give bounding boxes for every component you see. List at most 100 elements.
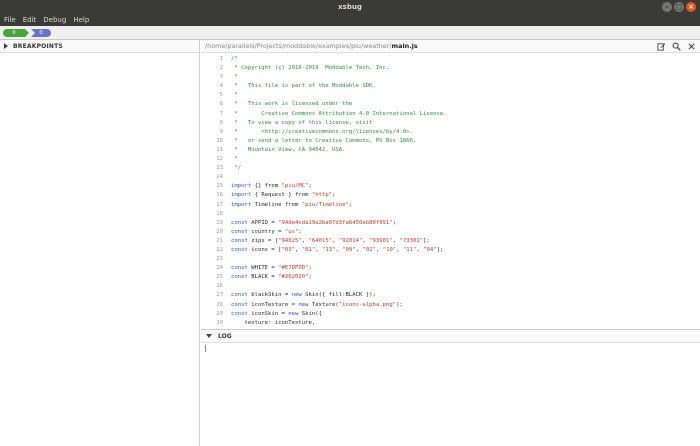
code-line[interactable]: 21 const zips = ["94025", "64015", "92014… <box>201 237 700 246</box>
line-source: const zips = ["94025", "64015", "92014",… <box>231 237 430 246</box>
line-number[interactable]: 13 <box>201 164 223 173</box>
line-number[interactable]: 25 <box>201 273 223 282</box>
close-window-button[interactable]: × <box>686 2 696 12</box>
line-number[interactable]: 10 <box>201 137 223 146</box>
edit-icon[interactable] <box>657 42 666 51</box>
expand-triangle-icon[interactable] <box>4 43 8 49</box>
code-line[interactable]: 13 */ <box>201 164 700 173</box>
line-number[interactable]: 3 <box>201 73 223 82</box>
code-line[interactable]: 17 import Timeline from "piu/Timeline"; <box>201 201 700 210</box>
file-path-bar: /home/parallels/Projects/moddable/exampl… <box>201 40 700 53</box>
code-line[interactable]: 10 * or send a letter to Creative Common… <box>201 137 700 146</box>
menu-help[interactable]: Help <box>73 15 89 26</box>
line-number[interactable]: 20 <box>201 228 223 237</box>
line-number[interactable]: 4 <box>201 82 223 91</box>
code-line[interactable]: 25 const BLACK = "#202020"; <box>201 273 700 282</box>
line-gutter <box>223 182 231 191</box>
code-token: Timeline from <box>251 201 302 208</box>
line-number[interactable]: 12 <box>201 155 223 164</box>
line-number[interactable]: 23 <box>201 255 223 264</box>
code-line[interactable]: 26 <box>201 282 700 291</box>
line-source: import {} from "piu/MC"; <box>231 182 312 191</box>
line-number[interactable]: 7 <box>201 110 223 119</box>
code-token: * <box>231 74 238 81</box>
line-number[interactable]: 24 <box>201 264 223 273</box>
breakpoints-header[interactable]: BREAKPOINTS <box>0 40 199 53</box>
code-line[interactable]: 16 import { Request } from "http"; <box>201 191 700 200</box>
line-number[interactable]: 15 <box>201 182 223 191</box>
line-number[interactable]: 5 <box>201 91 223 100</box>
code-line[interactable]: 5 * <box>201 91 700 100</box>
code-line[interactable]: 20 const country = "us"; <box>201 228 700 237</box>
code-line[interactable]: 6 * This work is licensed under the <box>201 100 700 109</box>
line-number[interactable]: 2 <box>201 64 223 73</box>
code-line[interactable]: 30 texture: iconTexture, <box>201 319 700 328</box>
line-number[interactable]: 30 <box>201 319 223 328</box>
menu-edit[interactable]: Edit <box>23 15 37 26</box>
close-icon[interactable] <box>687 42 696 51</box>
code-token: const <box>231 219 248 226</box>
log-output[interactable] <box>201 343 700 446</box>
code-token: "94de4cda19a2ba07d3fa6450eb80f091" <box>278 219 393 226</box>
code-line[interactable]: 8 * To view a copy of this license, visi… <box>201 119 700 128</box>
code-line[interactable]: 3 * <box>201 73 700 82</box>
line-number[interactable]: 18 <box>201 210 223 219</box>
collapse-triangle-icon[interactable] <box>206 334 212 338</box>
code-line[interactable]: 29 const iconSkin = new Skin({ <box>201 310 700 319</box>
line-source: const iconTexture = new Texture("icons-a… <box>231 301 403 310</box>
code-line[interactable]: 23 <box>201 255 700 264</box>
menu-debug[interactable]: Debug <box>43 15 66 26</box>
line-number[interactable]: 6 <box>201 100 223 109</box>
line-number[interactable]: 28 <box>201 301 223 310</box>
code-line[interactable]: 24 const WHITE = "#E7DFDD"; <box>201 264 700 273</box>
line-gutter <box>223 100 231 109</box>
maximize-button[interactable]: □ <box>674 2 684 12</box>
code-token: "10" <box>382 246 397 253</box>
code-line[interactable]: 11 * Mountain View, CA 94042, USA. <box>201 146 700 155</box>
code-line[interactable]: 19 const APPID = "94de4cda19a2ba07d3fa645… <box>201 219 700 228</box>
line-number[interactable]: 22 <box>201 246 223 255</box>
line-number[interactable]: 17 <box>201 201 223 210</box>
line-number[interactable]: 9 <box>201 128 223 137</box>
line-source: const APPID = "94de4cda19a2ba07d3fa6450e… <box>231 219 396 228</box>
menu-file[interactable]: File <box>4 15 16 26</box>
line-number[interactable]: 1 <box>201 55 223 64</box>
line-number[interactable]: 11 <box>201 146 223 155</box>
code-token: * or send a letter to Creative Commons, … <box>231 137 417 144</box>
line-number[interactable]: 29 <box>201 310 223 319</box>
code-line[interactable]: 15 import {} from "piu/MC"; <box>201 182 700 191</box>
code-line[interactable]: 12 * <box>201 155 700 164</box>
line-number[interactable]: 8 <box>201 119 223 128</box>
line-gutter <box>223 301 231 310</box>
line-number[interactable]: 16 <box>201 191 223 200</box>
line-gutter <box>223 219 231 228</box>
code-line[interactable]: 27 const blackSkin = new Skin({ fill:BLAC… <box>201 291 700 300</box>
code-editor[interactable]: 1 /* 2 * Copyright (c) 2016-2019 Moddable … <box>201 53 700 329</box>
code-line[interactable]: 28 const iconTexture = new Texture("icons… <box>201 301 700 310</box>
line-gutter <box>223 137 231 146</box>
minimize-button[interactable]: – <box>662 2 672 12</box>
code-line[interactable]: 2 * Copyright (c) 2016-2019 Moddable Tec… <box>201 64 700 73</box>
code-line[interactable]: 14 <box>201 173 700 182</box>
line-number[interactable]: 21 <box>201 237 223 246</box>
code-line[interactable]: 7 * Creative Commons Attribution 4.0 Int… <box>201 110 700 119</box>
line-source: * <box>231 155 237 164</box>
code-token: "http" <box>311 192 333 199</box>
code-line[interactable]: 1 /* <box>201 55 700 64</box>
line-number[interactable]: 26 <box>201 282 223 291</box>
code-line[interactable]: 22 const icons = ["03", "01", "13", "09",… <box>201 246 700 255</box>
machine-tab-green[interactable]: 0 <box>3 29 25 37</box>
line-number[interactable]: 27 <box>201 291 223 300</box>
code-line[interactable]: 9 * <http://creativecommons.org/licenses… <box>201 128 700 137</box>
log-header[interactable]: LOG <box>201 330 700 343</box>
line-number[interactable]: 19 <box>201 219 223 228</box>
line-number[interactable]: 14 <box>201 173 223 182</box>
code-token: * Creative Commons Attribution 4.0 Inter… <box>231 110 447 117</box>
code-line[interactable]: 18 <box>201 210 700 219</box>
line-gutter <box>223 228 231 237</box>
code-token: Texture( <box>308 301 339 308</box>
file-path-directory: /home/parallels/Projects/moddable/exampl… <box>205 42 392 50</box>
code-line[interactable]: 4 * This file is part of the Moddable SD… <box>201 82 700 91</box>
search-icon[interactable] <box>672 42 681 51</box>
code-token: const <box>231 237 248 244</box>
